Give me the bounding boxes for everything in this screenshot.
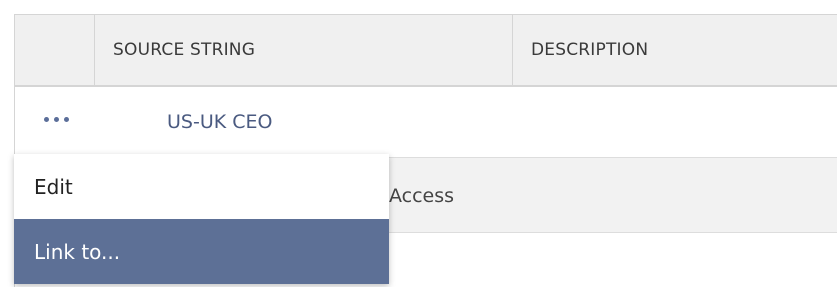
column-header-source-string[interactable]: SOURCE STRING — [95, 15, 513, 85]
table-row[interactable]: US-UK CEO — [15, 87, 837, 157]
menu-item-edit[interactable]: Edit — [14, 154, 389, 219]
more-horizontal-icon[interactable] — [39, 109, 73, 129]
column-header-label: SOURCE STRING — [113, 40, 256, 60]
row-context-menu: Edit Link to... — [14, 154, 389, 284]
table-header: SOURCE STRING DESCRIPTION — [15, 15, 837, 87]
source-string-cell[interactable]: US-UK CEO — [167, 87, 272, 157]
header-actions-cell — [15, 15, 95, 85]
menu-item-link-to[interactable]: Link to... — [14, 219, 389, 284]
column-header-description[interactable]: DESCRIPTION — [513, 15, 837, 85]
column-header-label: DESCRIPTION — [531, 40, 649, 60]
source-string-cell[interactable]: Access — [389, 158, 454, 234]
